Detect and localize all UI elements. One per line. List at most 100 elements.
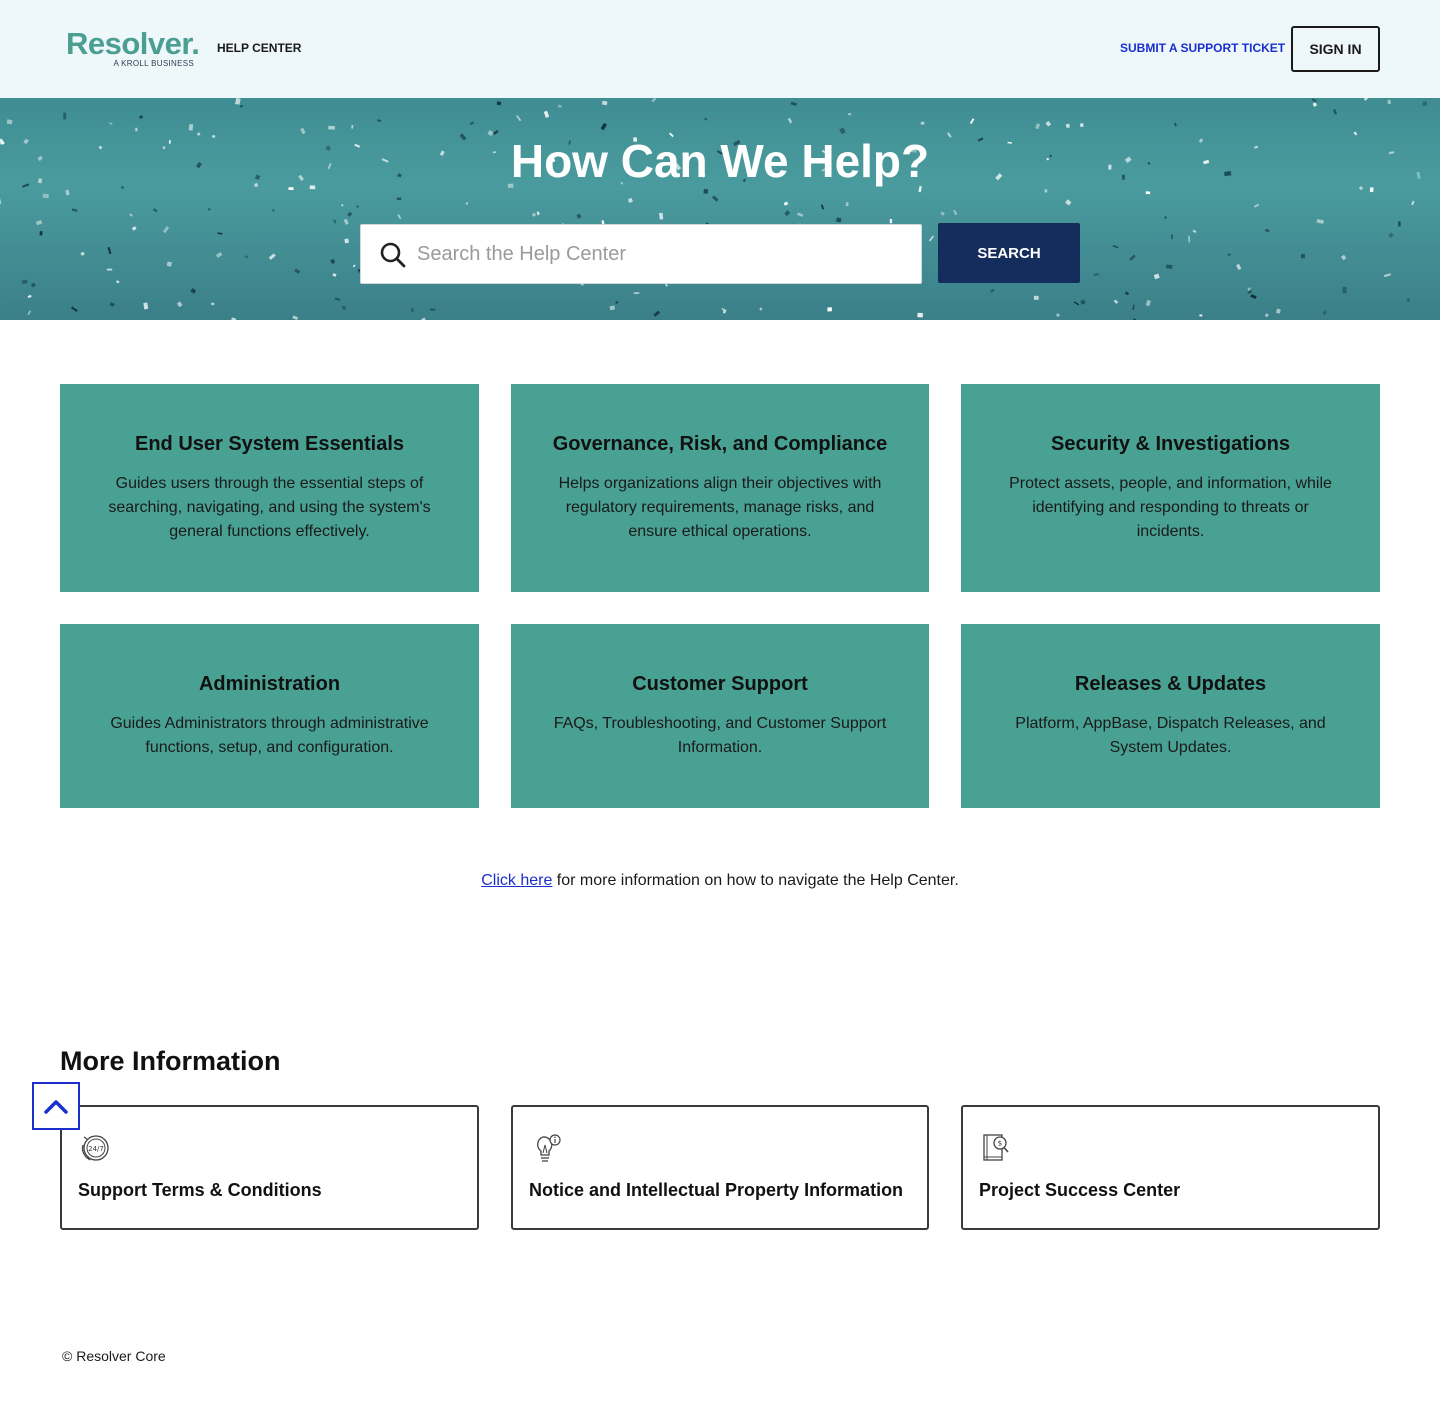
help-center-label[interactable]: HELP CENTER <box>217 41 301 55</box>
confetti-piece <box>344 238 349 244</box>
confetti-piece <box>1080 123 1084 127</box>
search-box[interactable] <box>360 224 922 284</box>
confetti-piece <box>1383 273 1391 278</box>
confetti-piece <box>39 231 43 236</box>
logo-subtitle: A KROLL BUSINESS <box>113 59 194 68</box>
confetti-piece <box>1312 102 1318 107</box>
confetti-piece <box>1411 200 1415 206</box>
confetti-piece <box>176 301 183 308</box>
confetti-piece <box>1145 191 1151 195</box>
confetti-piece <box>1124 291 1130 296</box>
category-description: Protect assets, people, and information,… <box>1009 474 1332 540</box>
confetti-piece <box>920 121 925 125</box>
info-card-notice-ip[interactable]: Notice and Intellectual Property Informa… <box>511 1105 929 1230</box>
confetti-piece <box>397 214 402 220</box>
confetti-piece <box>759 307 763 311</box>
category-title: Governance, Risk, and Compliance <box>552 432 888 455</box>
category-title: Security & Investigations <box>1051 432 1290 455</box>
confetti-piece <box>351 124 354 129</box>
confetti-piece <box>1045 120 1052 127</box>
confetti-piece <box>65 189 70 196</box>
category-title: Customer Support <box>632 672 808 695</box>
confetti-piece <box>1129 254 1136 261</box>
confetti-piece <box>152 208 158 213</box>
hero-title: How Can We Help? <box>510 135 930 187</box>
confetti-piece <box>190 288 197 294</box>
confetti-piece <box>376 119 382 122</box>
search-input[interactable] <box>417 225 907 283</box>
confetti-piece <box>6 119 13 125</box>
confetti-piece <box>1397 221 1401 227</box>
confetti-piece <box>334 297 341 301</box>
confetti-piece <box>835 217 842 223</box>
confetti-piece <box>711 195 719 202</box>
confetti-piece <box>827 307 833 312</box>
confetti-piece <box>651 98 657 103</box>
info-card-project-success[interactable]: $ Project Success Center <box>961 1105 1380 1230</box>
info-card-label: Support Terms & Conditions <box>78 1180 322 1200</box>
site-header: Resolver. A KROLL BUSINESS HELP CENTER S… <box>0 0 1440 98</box>
confetti-background <box>0 98 1427 320</box>
confetti-piece <box>332 273 337 277</box>
confetti-piece <box>653 310 661 317</box>
sign-in-button[interactable]: SIGN IN <box>1291 26 1380 72</box>
support-24-7-icon: 24/7 <box>81 1135 109 1161</box>
confetti-piece <box>1300 254 1306 259</box>
confetti-piece <box>1065 199 1072 206</box>
confetti-piece <box>557 104 562 108</box>
confetti-piece <box>989 288 995 294</box>
category-description: FAQs, Troubleshooting, and Customer Supp… <box>553 714 887 756</box>
confetti-piece <box>1406 297 1411 303</box>
info-card-support-terms[interactable]: 24/7 Support Terms & Conditions <box>60 1105 479 1230</box>
confetti-piece <box>352 264 356 268</box>
resolver-logo[interactable]: Resolver. A KROLL BUSINESS <box>66 26 200 70</box>
confetti-piece <box>940 211 945 216</box>
confetti-piece <box>27 294 32 299</box>
confetti-piece <box>1145 299 1151 307</box>
confetti-piece <box>820 204 825 210</box>
logo-wordmark: Resolver. <box>66 26 200 61</box>
confetti-piece <box>627 197 634 204</box>
confetti-piece <box>465 201 469 205</box>
navigation-help-note: Click here for more information on how t… <box>0 872 1440 890</box>
back-to-top-button[interactable] <box>32 1082 80 1130</box>
search-button[interactable]: SEARCH <box>938 223 1080 283</box>
confetti-piece <box>240 104 243 108</box>
confetti-piece <box>659 212 664 220</box>
confetti-piece <box>543 110 550 118</box>
submit-ticket-link[interactable]: SUBMIT A SUPPORT TICKET <box>1120 41 1285 55</box>
category-card-customer-support[interactable]: Customer Support FAQs, Troubleshooting, … <box>511 624 929 808</box>
category-card-administration[interactable]: Administration Guides Administrators thr… <box>60 624 479 808</box>
confetti-piece <box>1188 235 1191 243</box>
category-card-end-user[interactable]: End User System Essentials Guides users … <box>60 384 479 592</box>
confetti-piece <box>1265 228 1270 233</box>
confetti-piece <box>953 209 958 216</box>
book-search-icon: $ <box>983 1134 1009 1161</box>
confetti-piece <box>787 117 793 124</box>
category-card-grc[interactable]: Governance, Risk, and Compliance Helps o… <box>511 384 929 592</box>
confetti-piece <box>143 302 149 310</box>
category-card-security[interactable]: Security & Investigations Protect assets… <box>961 384 1380 592</box>
confetti-piece <box>1333 109 1338 115</box>
confetti-piece <box>1044 189 1048 193</box>
confetti-piece <box>71 208 78 212</box>
confetti-piece <box>797 212 804 217</box>
confetti-piece <box>396 197 402 201</box>
confetti-piece <box>969 118 975 125</box>
confetti-piece <box>536 211 540 216</box>
confetti-piece <box>129 213 133 217</box>
confetti-piece <box>1174 122 1177 127</box>
confetti-piece <box>135 127 138 132</box>
category-description: Guides users through the essential steps… <box>108 474 431 540</box>
confetti-piece <box>330 258 336 265</box>
confetti-piece <box>1369 187 1374 193</box>
confetti-piece <box>292 315 299 320</box>
confetti-piece <box>1132 318 1137 320</box>
confetti-piece <box>1035 123 1041 130</box>
confetti-piece <box>1247 287 1251 291</box>
confetti-piece <box>109 122 113 125</box>
category-card-releases[interactable]: Releases & Updates Platform, AppBase, Di… <box>961 624 1380 808</box>
click-here-link[interactable]: Click here <box>481 872 552 889</box>
confetti-piece <box>633 292 640 295</box>
confetti-piece <box>1093 272 1100 276</box>
